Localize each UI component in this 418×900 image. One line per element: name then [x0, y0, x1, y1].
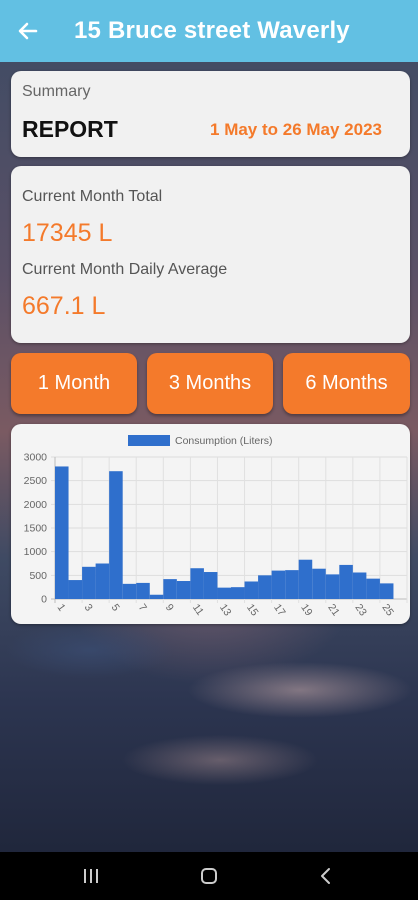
legend-swatch — [128, 435, 170, 446]
legend-label: Consumption (Liters) — [175, 435, 272, 447]
x-tick-label: 9 — [163, 602, 176, 614]
consumption-bar-day-5 — [109, 471, 123, 599]
consumption-bar-day-1 — [55, 466, 69, 599]
summary-card: Summary REPORT 1 May to 26 May 2023 — [11, 71, 410, 157]
consumption-bar-day-8 — [149, 594, 164, 599]
x-tick-label: 21 — [325, 602, 342, 619]
consumption-bar-day-12 — [203, 572, 218, 599]
back-chevron-icon — [321, 868, 330, 884]
app-bar: 15 Bruce street Waverly — [0, 0, 418, 62]
consumption-bar-day-14 — [231, 587, 245, 599]
consumption-bar-day-15 — [244, 581, 259, 599]
consumption-bar-day-19 — [298, 559, 313, 599]
consumption-bar-day-9 — [163, 579, 177, 599]
consumption-bar-day-4 — [95, 563, 110, 599]
recents-icon — [84, 869, 98, 883]
system-nav-bar — [0, 852, 418, 900]
x-tick-label: 7 — [136, 602, 149, 614]
consumption-bar-day-20 — [312, 568, 326, 599]
consumption-bar-day-21 — [325, 574, 340, 599]
date-range: 1 May to 26 May 2023 — [210, 120, 382, 139]
month-total-label: Current Month Total — [22, 188, 163, 205]
six-months-button[interactable]: 6 Months — [283, 353, 410, 414]
arrow-left-icon — [18, 22, 38, 40]
x-tick-label: 3 — [82, 602, 95, 614]
summary-label: Summary — [22, 83, 91, 100]
three-months-button[interactable]: 3 Months — [147, 353, 273, 414]
x-tick-label: 5 — [109, 602, 122, 614]
month-total-value: 17345 L — [22, 219, 113, 247]
consumption-bar-day-22 — [339, 564, 353, 599]
y-tick-label: 3000 — [24, 452, 48, 464]
consumption-bar-day-13 — [217, 587, 231, 599]
y-tick-label: 0 — [41, 594, 47, 606]
daily-average-label: Current Month Daily Average — [22, 261, 228, 278]
consumption-bar-day-6 — [122, 583, 137, 599]
consumption-chart-card: 0 500 1000 1500 2000 2500 3000 1 3 5 7 9 11 13 15 17 19… — [11, 424, 410, 624]
page-title: 15 Bruce street Waverly — [74, 17, 350, 44]
x-tick-label: 13 — [217, 602, 234, 619]
back-button[interactable] — [0, 0, 56, 62]
y-tick-label: 2000 — [24, 499, 48, 511]
y-tick-label: 2500 — [24, 475, 48, 487]
daily-average-value: 667.1 L — [22, 292, 106, 320]
consumption-bar-day-10 — [176, 581, 191, 599]
consumption-bar-day-16 — [258, 575, 272, 599]
home-button[interactable] — [189, 862, 229, 890]
x-tick-label: 23 — [352, 602, 369, 619]
consumption-bar-day-7 — [136, 582, 150, 599]
consumption-bar-day-3 — [82, 566, 96, 599]
y-tick-label: 1500 — [24, 523, 48, 535]
y-tick-label: 500 — [29, 570, 47, 582]
x-tick-label: 11 — [190, 602, 206, 618]
consumption-chart: 050010001500200025003000 1 3 5 7 9 11 13 15 17 19… — [24, 435, 408, 619]
consumption-bar-day-25 — [379, 583, 394, 599]
y-tick-label: 1000 — [24, 546, 48, 558]
nav-back-button[interactable] — [306, 862, 346, 890]
home-icon — [201, 868, 217, 884]
x-tick-label: 1 — [55, 602, 68, 614]
consumption-bar-day-17 — [271, 570, 286, 599]
x-tick-label: 17 — [271, 602, 288, 619]
x-tick-label: 19 — [298, 602, 315, 619]
consumption-bar-day-23 — [352, 572, 367, 599]
recents-button[interactable] — [71, 862, 111, 890]
consumption-bar-day-18 — [285, 570, 299, 599]
consumption-bar-day-24 — [366, 578, 380, 599]
totals-card: Current Month Total 17345 L Current Mont… — [11, 166, 410, 343]
x-tick-label: 15 — [244, 602, 261, 619]
consumption-bar-day-11 — [190, 568, 204, 599]
one-month-button[interactable]: 1 Month — [11, 353, 137, 414]
x-tick-label: 25 — [379, 602, 396, 619]
report-heading: REPORT — [22, 116, 118, 142]
consumption-bar-day-2 — [68, 580, 83, 599]
